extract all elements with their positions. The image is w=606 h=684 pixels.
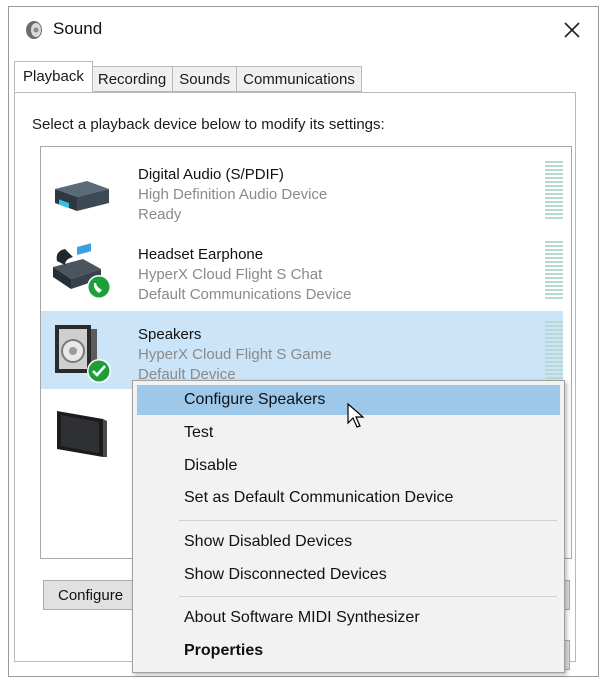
- device-description: High Definition Audio Device: [138, 186, 328, 203]
- device-item-headset-earphone[interactable]: Headset Earphone HyperX Cloud Flight S C…: [41, 231, 563, 309]
- device-description: HyperX Cloud Flight S Game: [138, 346, 332, 363]
- close-button[interactable]: [554, 13, 590, 47]
- monitor-icon: [57, 411, 107, 457]
- instruction-text: Select a playback device below to modify…: [32, 116, 385, 133]
- menu-item-show-disconnected-devices[interactable]: Show Disconnected Devices: [137, 560, 560, 590]
- device-name: Headset Earphone: [138, 246, 264, 263]
- tab-playback[interactable]: Playback: [14, 61, 93, 92]
- speaker-app-icon: [26, 21, 42, 39]
- tab-communications[interactable]: Communications: [237, 66, 362, 92]
- menu-item-about-midi-synthesizer[interactable]: About Software MIDI Synthesizer: [137, 603, 560, 633]
- tab-strip: Playback Recording Sounds Communications: [14, 61, 362, 92]
- tab-sounds[interactable]: Sounds: [173, 66, 238, 92]
- device-status: Ready: [138, 206, 182, 223]
- level-meter: [545, 321, 563, 381]
- device-description: HyperX Cloud Flight S Chat: [138, 266, 323, 283]
- menu-separator: [179, 520, 557, 521]
- device-item-digital-audio[interactable]: Digital Audio (S/PDIF) High Definition A…: [41, 151, 563, 229]
- tab-recording[interactable]: Recording: [91, 66, 174, 92]
- digital-audio-device-icon: [55, 181, 109, 211]
- level-meter: [545, 241, 563, 301]
- device-name: Digital Audio (S/PDIF): [138, 166, 284, 183]
- mouse-cursor-icon: [347, 402, 365, 428]
- title-bar: Sound: [9, 7, 598, 53]
- device-status: Default Communications Device: [138, 286, 352, 303]
- device-name: Speakers: [138, 326, 202, 343]
- device-item-speakers[interactable]: Speakers HyperX Cloud Flight S Game Defa…: [41, 311, 563, 389]
- level-meter: [545, 161, 563, 221]
- menu-item-properties[interactable]: Properties: [137, 636, 560, 666]
- window-title: Sound: [53, 19, 103, 38]
- menu-separator: [179, 596, 557, 597]
- headset-phone-icon: [53, 243, 111, 299]
- menu-item-disable[interactable]: Disable: [137, 451, 560, 481]
- speaker-icon: [55, 325, 111, 383]
- menu-item-show-disabled-devices[interactable]: Show Disabled Devices: [137, 527, 560, 557]
- close-icon: [564, 22, 580, 38]
- menu-item-set-default-communication[interactable]: Set as Default Communication Device: [137, 483, 560, 513]
